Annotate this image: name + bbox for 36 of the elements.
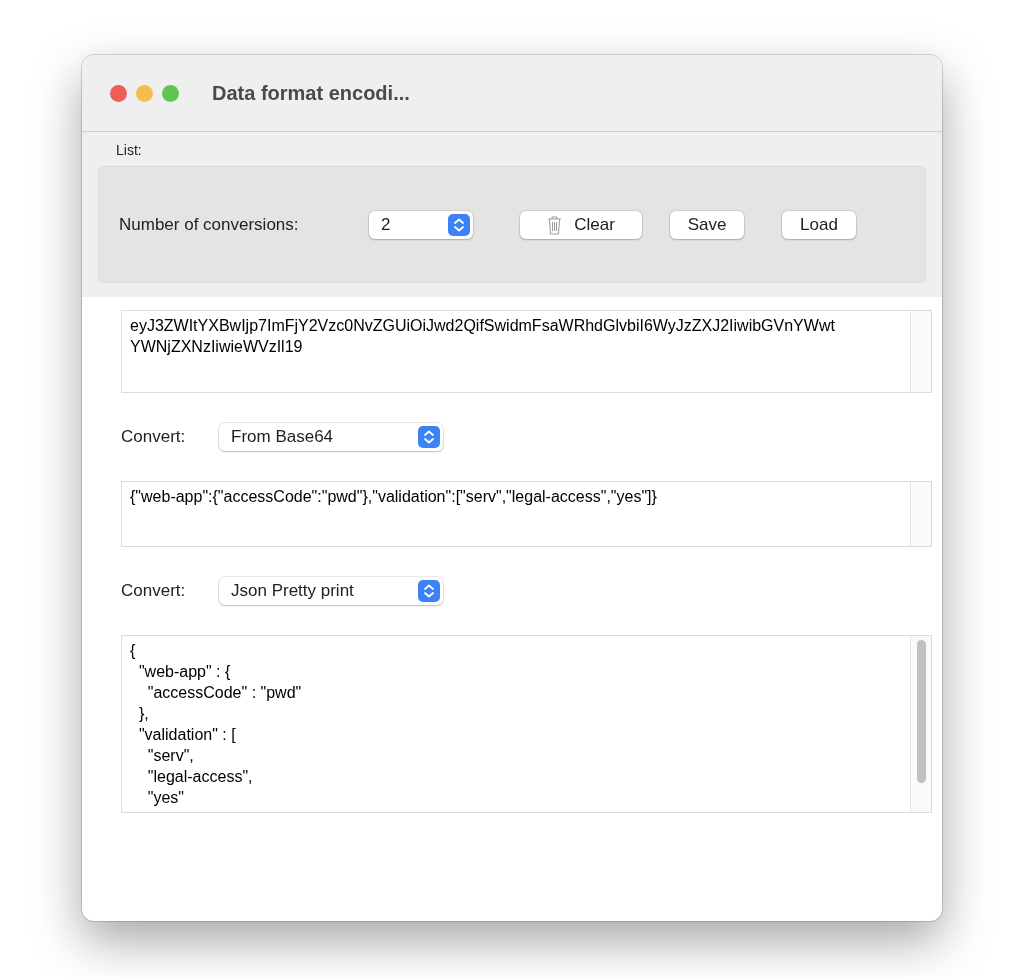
toolbar-button[interactable]: Clear (520, 210, 642, 239)
text-area[interactable]: {"web-app":{"accessCode":"pwd"},"validation":["serv","legal-access","yes"]} (121, 481, 932, 547)
close-button[interactable] (110, 84, 127, 102)
text-area[interactable]: { "web-app" : { "accessCode" : "pwd" }, "validation" : [ "serv", "legal-access", "yes" (121, 635, 932, 813)
text-line: "validation" : [ (137, 725, 237, 745)
scrollbar-track[interactable] (910, 636, 931, 812)
text-line: {"web-app":{"accessCode":"pwd"},"validation":["serv","legal-access","yes"]} (130, 487, 658, 507)
text-line: eyJ3ZWItYXBwIjp7ImFjY2Vzc0NvZGUiOiJwd2QifSwidmFsaWRhdGlvbiI6WyJzZXJ2IiwibGVnYWwt (130, 316, 836, 336)
count-label: Number of conversions: (119, 213, 300, 236)
stepper-icon[interactable] (418, 580, 440, 602)
scrollbar-track[interactable] (910, 311, 931, 392)
dropdown[interactable]: 2 (369, 210, 473, 239)
text-line: }, (137, 704, 150, 724)
text-line: "yes" (146, 788, 186, 808)
text-line: { (130, 641, 137, 661)
convert-label: Convert: (121, 580, 187, 603)
text-line: "web-app" : { (137, 662, 232, 682)
stepper-icon[interactable] (418, 426, 440, 448)
trash-icon (547, 214, 563, 235)
text-line: "legal-access", (146, 767, 254, 787)
dropdown[interactable]: Json Pretty print (219, 577, 443, 605)
text-line: "accessCode" : "pwd" (146, 683, 303, 703)
scrollbar-thumb[interactable] (916, 640, 926, 783)
toolbar-button[interactable]: Load (782, 210, 856, 239)
dropdown[interactable]: From Base64 (219, 423, 443, 451)
scrollbar-track[interactable] (910, 482, 931, 546)
toolbar-button[interactable]: Save (670, 210, 744, 239)
group-label: List: (116, 141, 143, 160)
zoom-button[interactable] (162, 84, 179, 102)
convert-label: Convert: (121, 426, 187, 449)
stepper-icon[interactable] (448, 213, 470, 236)
window-title: Data format encodi... (212, 81, 410, 106)
text-line: YWNjZXNzIiwieWVzIl19 (130, 337, 304, 357)
text-area[interactable]: eyJ3ZWItYXBwIjp7ImFjY2Vzc0NvZGUiOiJwd2QifSwidmFsaWRhdGlvbiI6WyJzZXJ2IiwibGVnYWwt YWNjZXNzIiwieWVzIl19 (121, 310, 932, 393)
text-line: "serv", (146, 746, 195, 766)
minimize-button[interactable] (136, 84, 153, 102)
